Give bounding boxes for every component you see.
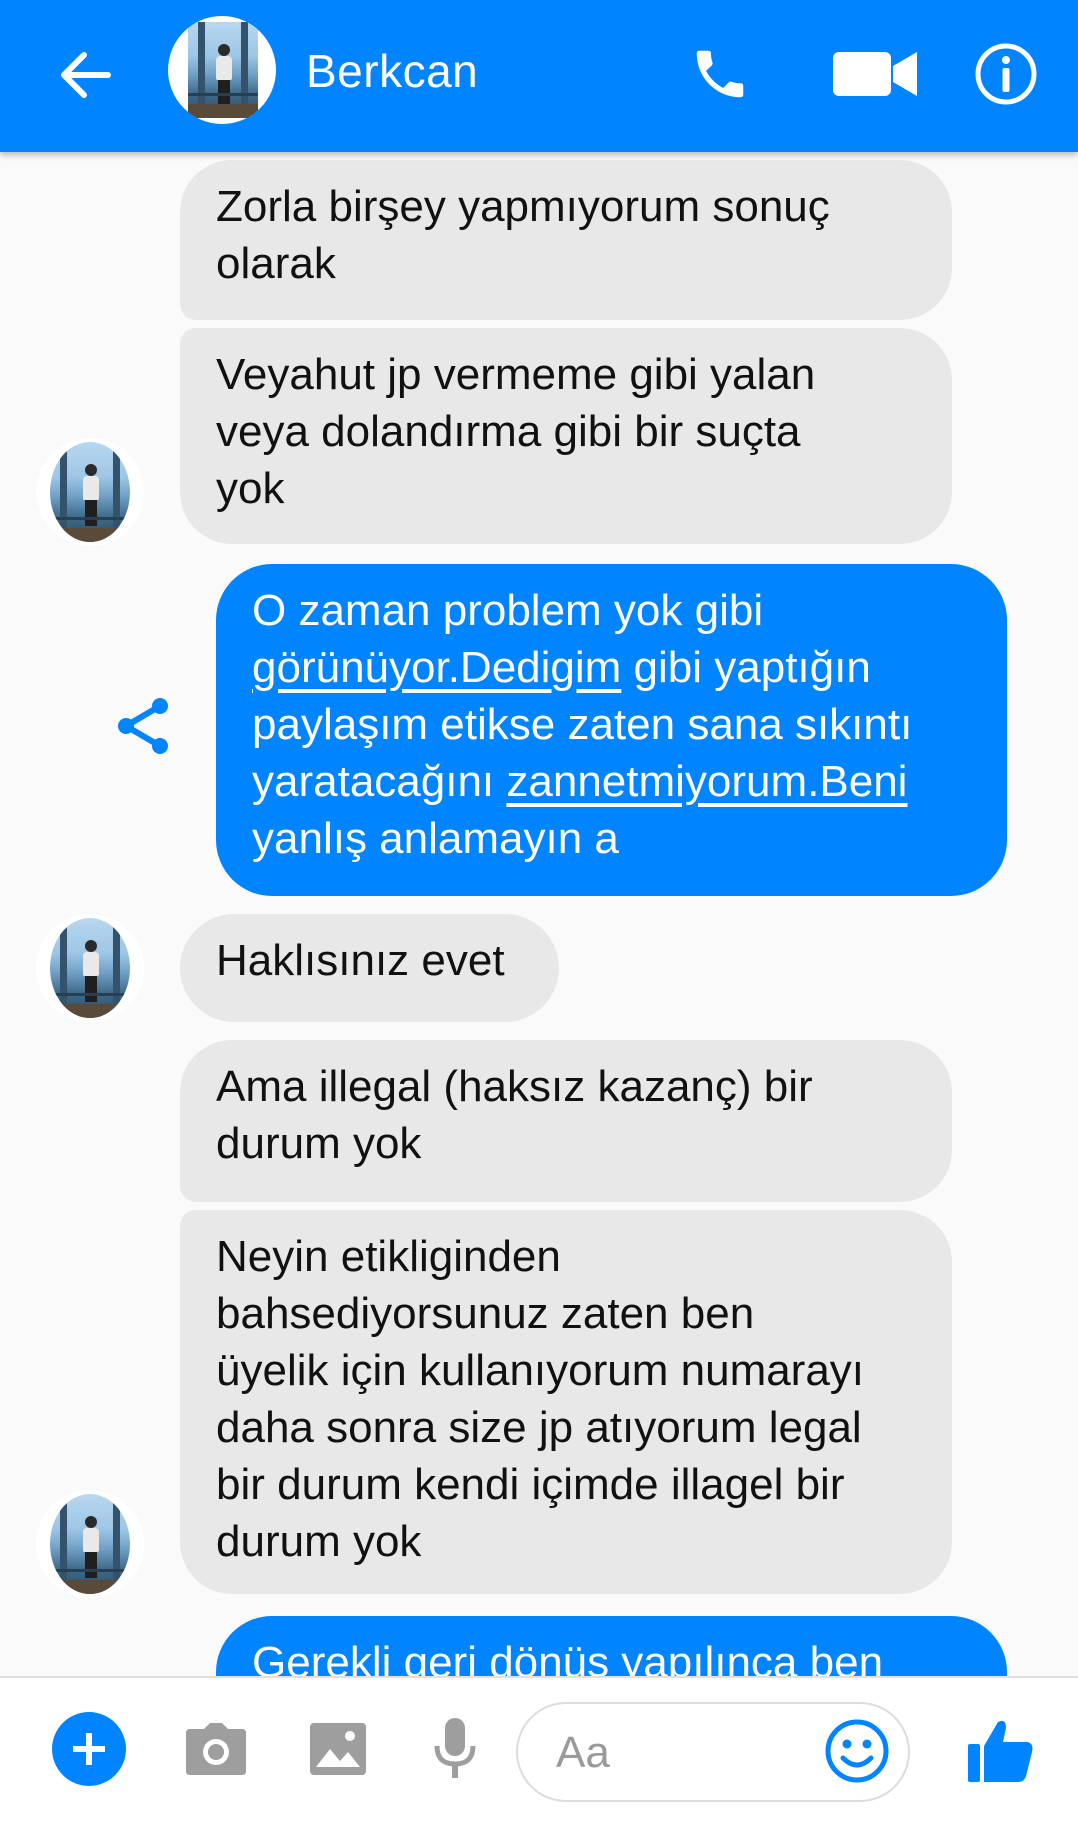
phone-icon bbox=[696, 50, 744, 98]
message-bubble-incoming[interactable]: Haklısınız evet bbox=[180, 914, 559, 1022]
message-input-container bbox=[516, 1702, 910, 1802]
message-bubble-outgoing[interactable]: O zaman problem yok gibi görünüyor.Dedig… bbox=[216, 564, 1007, 896]
message-text: yanlış anlamayın a bbox=[252, 814, 619, 863]
contact-avatar[interactable] bbox=[168, 16, 276, 124]
gallery-icon bbox=[310, 1723, 366, 1775]
video-camera-icon bbox=[833, 52, 917, 96]
thumbs-up-icon bbox=[968, 1720, 1033, 1782]
voice-message-button[interactable] bbox=[420, 1712, 490, 1786]
plus-icon bbox=[73, 1733, 105, 1765]
sender-avatar[interactable] bbox=[36, 1490, 144, 1598]
gallery-button[interactable] bbox=[300, 1714, 376, 1784]
message-bubble-incoming[interactable]: Neyin etikliginden bahsediyorsunuz zaten… bbox=[180, 1210, 952, 1594]
message-input[interactable] bbox=[554, 1722, 808, 1784]
back-button[interactable] bbox=[50, 40, 120, 110]
message-bubble-incoming[interactable]: Veyahut jp vermeme gibi yalan veya dolan… bbox=[180, 328, 952, 544]
conversation-info-button[interactable] bbox=[966, 34, 1046, 114]
sender-avatar[interactable] bbox=[36, 914, 144, 1022]
sender-avatar[interactable] bbox=[36, 438, 144, 546]
emoji-button[interactable] bbox=[824, 1718, 894, 1788]
camera-icon bbox=[186, 1723, 246, 1775]
info-icon bbox=[975, 43, 1037, 105]
message-composer bbox=[0, 1676, 1078, 1836]
contact-name[interactable]: Berkcan bbox=[306, 44, 478, 98]
emoji-icon bbox=[825, 1719, 889, 1783]
message-link[interactable]: zannetmiyorum.Beni bbox=[506, 757, 907, 806]
conversation-header: Berkcan bbox=[0, 0, 1078, 152]
message-bubble-incoming[interactable]: Zorla birşey yapmıyorum sonuç olarak bbox=[180, 160, 952, 320]
send-like-button[interactable] bbox=[958, 1708, 1044, 1792]
share-button[interactable] bbox=[112, 694, 182, 764]
video-call-button[interactable] bbox=[826, 34, 926, 114]
message-link[interactable]: görünüyor.Dedigim bbox=[252, 643, 621, 692]
message-text: O zaman problem yok gibi bbox=[252, 586, 764, 635]
voice-call-button[interactable] bbox=[680, 34, 760, 114]
more-actions-button[interactable] bbox=[52, 1712, 126, 1786]
share-icon bbox=[118, 698, 168, 754]
microphone-icon bbox=[434, 1718, 476, 1778]
message-bubble-incoming[interactable]: Ama illegal (haksız kazanç) bir durum yo… bbox=[180, 1040, 952, 1202]
arrow-back-icon bbox=[61, 52, 111, 98]
camera-button[interactable] bbox=[178, 1714, 254, 1784]
